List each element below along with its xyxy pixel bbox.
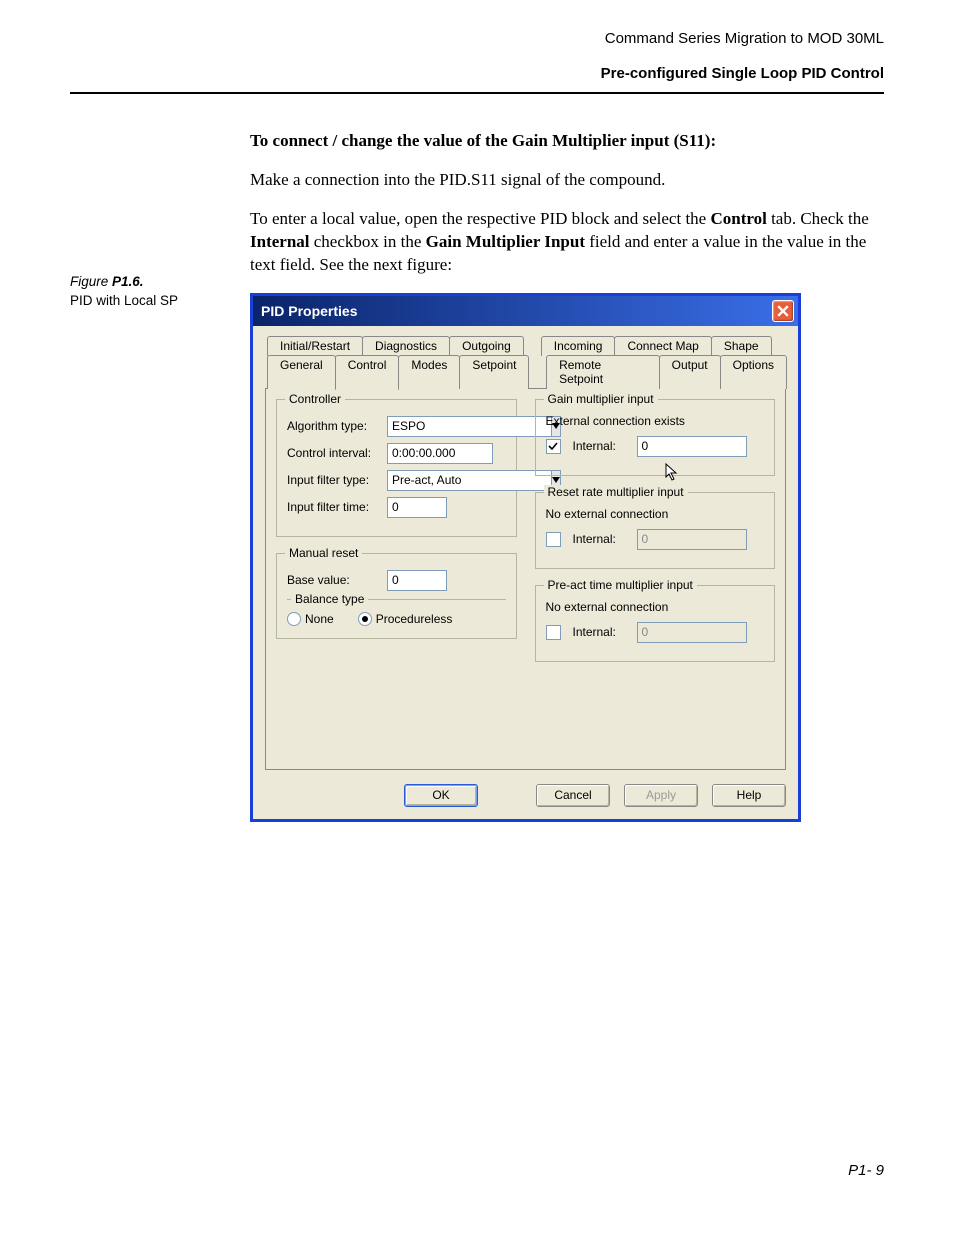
manual-reset-legend: Manual reset	[285, 546, 362, 560]
tab-setpoint[interactable]: Setpoint	[459, 355, 529, 389]
balance-procedureless-radio[interactable]: Procedureless	[358, 612, 453, 626]
apply-button: Apply	[624, 784, 698, 807]
input-filter-time-label: Input filter time:	[287, 500, 379, 514]
input-filter-type-value[interactable]	[387, 470, 551, 491]
input-filter-type-label: Input filter type:	[287, 473, 379, 487]
cancel-button[interactable]: Cancel	[536, 784, 610, 807]
algorithm-type-value[interactable]	[387, 416, 551, 437]
ok-button[interactable]: OK	[404, 784, 478, 807]
instruction-heading: To connect / change the value of the Gai…	[250, 130, 884, 153]
gain-multiplier-group: Gain multiplier input External connectio…	[535, 399, 776, 476]
instruction-p3: To enter a local value, open the respect…	[250, 208, 884, 277]
pid-properties-dialog: PID Properties Initial/Restart Diagnosti…	[250, 293, 801, 822]
instruction-p2: Make a connection into the PID.S11 signa…	[250, 169, 884, 192]
figure-label: Figure P1.6.	[70, 274, 250, 289]
preact-time-group: Pre-act time multiplier input No externa…	[535, 585, 776, 662]
algorithm-type-label: Algorithm type:	[287, 419, 379, 433]
base-value-label: Base value:	[287, 573, 379, 587]
figure-caption: PID with Local SP	[70, 293, 250, 308]
controller-group: Controller Algorithm type:	[276, 399, 517, 537]
balance-type-legend: Balance type	[291, 592, 368, 606]
reset-rate-legend: Reset rate multiplier input	[544, 485, 688, 499]
tab-outgoing[interactable]: Outgoing	[449, 336, 524, 356]
input-filter-time-input[interactable]	[387, 497, 447, 518]
tab-options[interactable]: Options	[720, 355, 787, 389]
header-rule	[70, 92, 884, 94]
preact-status-text: No external connection	[546, 600, 765, 614]
page-number: P1- 9	[70, 1162, 884, 1179]
preact-internal-checkbox[interactable]	[546, 625, 561, 640]
check-icon	[548, 441, 558, 451]
reset-internal-label: Internal:	[573, 532, 629, 546]
tab-incoming[interactable]: Incoming	[541, 336, 616, 356]
base-value-input[interactable]	[387, 570, 447, 591]
balance-type-group: Balance type None Procedureless	[287, 599, 506, 626]
control-tab-panel: Controller Algorithm type:	[265, 388, 786, 770]
reset-internal-input	[637, 529, 747, 550]
gain-internal-label: Internal:	[573, 439, 629, 453]
reset-rate-group: Reset rate multiplier input No external …	[535, 492, 776, 569]
doc-header-line2: Pre-configured Single Loop PID Control	[70, 65, 884, 82]
gain-multiplier-legend: Gain multiplier input	[544, 392, 658, 406]
tab-output[interactable]: Output	[659, 355, 721, 389]
close-icon	[777, 305, 789, 317]
algorithm-type-select[interactable]	[387, 416, 499, 437]
preact-time-legend: Pre-act time multiplier input	[544, 578, 697, 592]
tab-diagnostics[interactable]: Diagnostics	[362, 336, 450, 356]
control-interval-label: Control interval:	[287, 446, 379, 460]
preact-internal-label: Internal:	[573, 625, 629, 639]
tab-general[interactable]: General	[267, 355, 336, 389]
tab-remote-setpoint[interactable]: Remote Setpoint	[546, 355, 660, 389]
cursor-icon	[664, 462, 682, 482]
tab-initial-restart[interactable]: Initial/Restart	[267, 336, 363, 356]
control-interval-input[interactable]	[387, 443, 493, 464]
close-button[interactable]	[772, 300, 794, 322]
help-button[interactable]: Help	[712, 784, 786, 807]
gain-internal-checkbox[interactable]	[546, 439, 561, 454]
reset-internal-checkbox[interactable]	[546, 532, 561, 547]
dialog-titlebar[interactable]: PID Properties	[253, 296, 798, 326]
controller-legend: Controller	[285, 392, 345, 406]
balance-none-radio[interactable]: None	[287, 612, 334, 626]
gain-status-text: External connection exists	[546, 414, 765, 428]
tab-connect-map[interactable]: Connect Map	[614, 336, 711, 356]
tab-shape[interactable]: Shape	[711, 336, 772, 356]
gain-internal-input[interactable]	[637, 436, 747, 457]
tab-modes[interactable]: Modes	[398, 355, 460, 389]
manual-reset-group: Manual reset Base value: Balance type	[276, 553, 517, 639]
tab-control[interactable]: Control	[335, 355, 400, 390]
preact-internal-input	[637, 622, 747, 643]
doc-header-line1: Command Series Migration to MOD 30ML	[70, 30, 884, 47]
input-filter-type-select[interactable]	[387, 470, 499, 491]
dialog-title: PID Properties	[261, 303, 357, 319]
reset-status-text: No external connection	[546, 507, 765, 521]
